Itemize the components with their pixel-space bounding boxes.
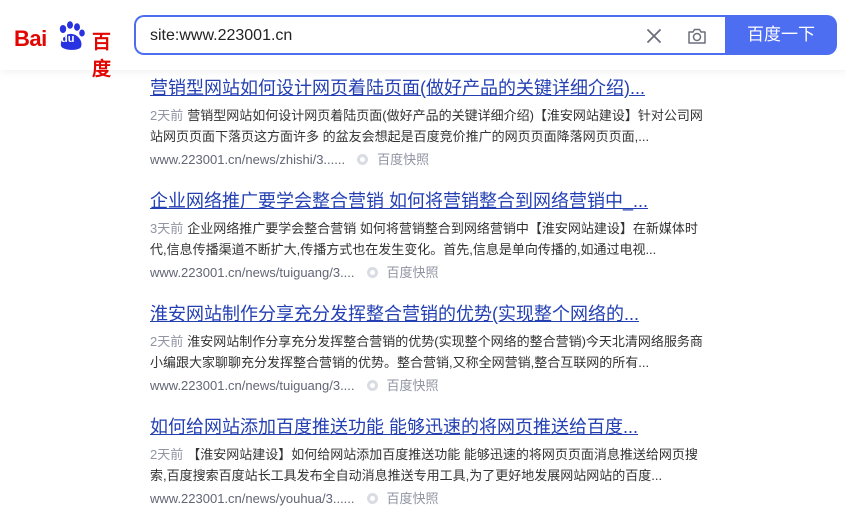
snapshot-link[interactable]: 百度快照 — [387, 378, 439, 393]
logo-cn-text: 百度 — [92, 32, 112, 80]
result-meta: www.223001.cn/news/tuiguang/3.... 百度快照 — [150, 264, 710, 282]
result-item: 营销型网站如何设计网页着陆页面(做好产品的关键详细介绍)... 2天前 营销型网站… — [150, 74, 710, 187]
logo-du-text: du — [61, 33, 75, 45]
result-abstract-text: 【淮安网站建设】如何给网站添加百度推送功能 能够迅速的将网页页面消息推送给网页搜… — [150, 447, 698, 483]
search-header: Bai du 百度 百度一下 — [0, 0, 846, 80]
result-url[interactable]: www.223001.cn/news/zhishi/3...... — [150, 152, 345, 167]
result-url[interactable]: www.223001.cn/news/tuiguang/3.... — [150, 265, 355, 280]
result-abstract-text: 企业网络推广要学会整合营销 如何将营销整合到网络营销中【淮安网站建设】在新媒体时… — [150, 221, 698, 257]
search-box — [134, 15, 726, 55]
snapshot-icon — [366, 493, 378, 504]
result-item: 企业网络推广要学会整合营销 如何将营销整合到网络营销中_... 3天前 企业网络推… — [150, 187, 710, 300]
baidu-logo[interactable]: Bai du 百度 — [14, 16, 124, 80]
logo-bai-text: Bai — [14, 26, 47, 51]
result-title-link[interactable]: 企业网络推广要学会整合营销 如何将营销整合到网络营销中_... — [150, 187, 710, 215]
snapshot-link[interactable]: 百度快照 — [387, 491, 439, 506]
result-title-link[interactable]: 如何给网站添加百度推送功能 能够迅速的将网页推送给百度... — [150, 413, 710, 441]
result-item: 如何给网站添加百度推送功能 能够迅速的将网页推送给百度... 2天前 【淮安网站建… — [150, 413, 710, 526]
snapshot-icon — [366, 380, 378, 391]
result-abstract: 2天前 【淮安网站建设】如何给网站添加百度推送功能 能够迅速的将网页页面消息推送给… — [150, 444, 710, 486]
result-date: 2天前 — [150, 334, 184, 349]
snapshot-link[interactable]: 百度快照 — [387, 265, 439, 280]
search-input[interactable] — [148, 17, 632, 55]
result-title-link[interactable]: 营销型网站如何设计网页着陆页面(做好产品的关键详细介绍)... — [150, 74, 710, 102]
result-meta: www.223001.cn/news/zhishi/3...... 百度快照 — [150, 151, 710, 169]
result-meta: www.223001.cn/news/tuiguang/3.... 百度快照 — [150, 377, 710, 395]
result-title-link[interactable]: 淮安网站制作分享充分发挥整合营销的优势(实现整个网络的... — [150, 300, 710, 328]
results-list: 营销型网站如何设计网页着陆页面(做好产品的关键详细介绍)... 2天前 营销型网站… — [150, 74, 710, 526]
snapshot-icon — [357, 154, 369, 165]
snapshot-link[interactable]: 百度快照 — [377, 152, 429, 167]
result-abstract: 3天前 企业网络推广要学会整合营销 如何将营销整合到网络营销中【淮安网站建设】在新… — [150, 218, 710, 260]
snapshot-icon — [366, 267, 378, 278]
result-date: 3天前 — [150, 221, 184, 236]
camera-icon[interactable] — [686, 25, 708, 47]
result-abstract-text: 营销型网站如何设计网页着陆页面(做好产品的关键详细介绍)【淮安网站建设】针对公司… — [150, 108, 703, 144]
result-abstract: 2天前 淮安网站制作分享充分发挥整合营销的优势(实现整个网络的整合营销)今天北清网… — [150, 331, 710, 373]
result-url[interactable]: www.223001.cn/news/youhua/3...... — [150, 491, 355, 506]
result-date: 2天前 — [150, 447, 184, 462]
result-url[interactable]: www.223001.cn/news/tuiguang/3.... — [150, 378, 355, 393]
close-icon[interactable] — [644, 26, 664, 46]
result-meta: www.223001.cn/news/youhua/3...... 百度快照 — [150, 490, 710, 508]
result-abstract: 2天前 营销型网站如何设计网页着陆页面(做好产品的关键详细介绍)【淮安网站建设】针… — [150, 105, 710, 147]
result-date: 2天前 — [150, 108, 184, 123]
result-item: 淮安网站制作分享充分发挥整合营销的优势(实现整个网络的... 2天前 淮安网站制作… — [150, 300, 710, 413]
search-button[interactable]: 百度一下 — [725, 15, 837, 55]
result-abstract-text: 淮安网站制作分享充分发挥整合营销的优势(实现整个网络的整合营销)今天北清网络服务… — [150, 334, 703, 370]
